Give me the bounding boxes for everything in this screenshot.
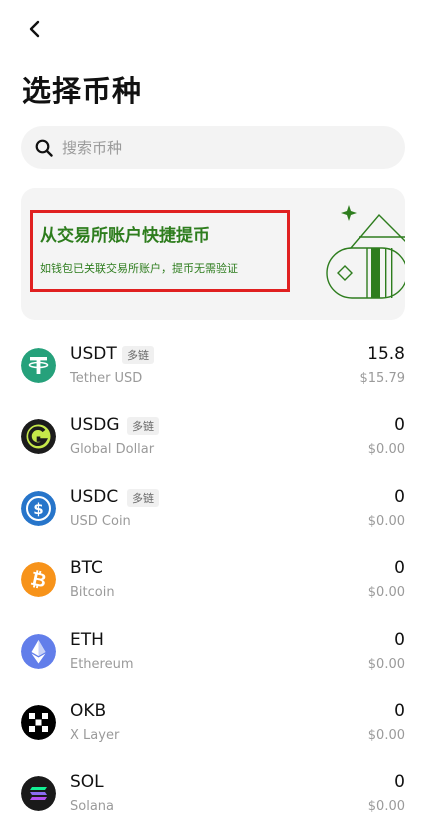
chevron-left-icon bbox=[29, 20, 40, 38]
coin-amount: 0 bbox=[394, 629, 405, 650]
coin-row-sol[interactable]: SOL Solana 0 $0.00 bbox=[0, 762, 429, 823]
bitcoin-icon: ₿ bbox=[21, 562, 56, 598]
coin-symbol: BTC bbox=[70, 558, 103, 579]
usd-coin-icon: $ bbox=[21, 490, 56, 526]
coin-name: Solana bbox=[70, 799, 114, 815]
coin-amount: 0 bbox=[394, 415, 405, 436]
coin-row-usdc[interactable]: $ USDC 多链 USD Coin 0 $0.00 bbox=[0, 477, 429, 548]
coin-symbol: USDC bbox=[70, 486, 119, 507]
search-bar[interactable] bbox=[21, 126, 405, 169]
coin-usd-value: $0.00 bbox=[367, 442, 405, 458]
ethereum-icon bbox=[21, 633, 56, 669]
banner-title: 从交易所账户快捷提币 bbox=[40, 226, 210, 246]
search-input[interactable] bbox=[62, 138, 362, 157]
tether-icon bbox=[21, 348, 56, 383]
coin-usd-value: $0.00 bbox=[367, 799, 405, 815]
page-title: 选择币种 bbox=[22, 74, 143, 108]
exchange-withdraw-banner[interactable]: 从交易所账户快捷提币 如钱包已关联交易所账户，提币无需验证 bbox=[21, 188, 405, 320]
coin-amount: 0 bbox=[394, 772, 405, 793]
exchange-building-illustration bbox=[326, 205, 405, 299]
multichain-badge: 多链 bbox=[127, 417, 159, 436]
coin-name: Bitcoin bbox=[70, 585, 115, 601]
banner-highlight-box: 从交易所账户快捷提币 如钱包已关联交易所账户，提币无需验证 bbox=[30, 210, 290, 292]
coin-name: X Layer bbox=[70, 727, 120, 743]
coin-usd-value: $0.00 bbox=[367, 585, 405, 601]
coin-symbol: ETH bbox=[70, 629, 104, 650]
multichain-badge: 多链 bbox=[122, 346, 154, 364]
coin-amount: 0 bbox=[394, 486, 405, 507]
coin-symbol: SOL bbox=[70, 772, 104, 793]
coin-list: USDT 多链 Tether USD 15.8 $15.79 USDG 多链 G… bbox=[0, 334, 429, 823]
coin-symbol: USDG bbox=[70, 415, 120, 436]
coin-name: Ethereum bbox=[70, 656, 134, 672]
back-button[interactable] bbox=[20, 14, 50, 44]
banner-subtitle: 如钱包已关联交易所账户，提币无需验证 bbox=[40, 262, 238, 275]
coin-symbol: OKB bbox=[70, 700, 107, 721]
coin-row-eth[interactable]: ETH Ethereum 0 $0.00 bbox=[0, 620, 429, 691]
coin-row-okb[interactable]: OKB X Layer 0 $0.00 bbox=[0, 691, 429, 762]
okb-icon bbox=[21, 704, 56, 740]
search-icon bbox=[35, 139, 53, 157]
solana-icon bbox=[21, 776, 56, 812]
coin-name: USD Coin bbox=[70, 513, 131, 529]
coin-row-btc[interactable]: ₿ BTC Bitcoin 0 $0.00 bbox=[0, 548, 429, 619]
coin-usd-value: $0.00 bbox=[367, 727, 405, 743]
coin-row-usdt[interactable]: USDT 多链 Tether USD 15.8 $15.79 bbox=[0, 334, 429, 405]
coin-amount: 0 bbox=[394, 558, 405, 579]
coin-name: Global Dollar bbox=[70, 442, 155, 458]
coin-amount: 15.8 bbox=[367, 344, 405, 364]
global-dollar-icon bbox=[21, 419, 56, 455]
coin-name: Tether USD bbox=[70, 371, 143, 386]
coin-amount: 0 bbox=[394, 700, 405, 721]
coin-usd-value: $0.00 bbox=[367, 513, 405, 529]
coin-usd-value: $15.79 bbox=[359, 371, 406, 386]
coin-row-usdg[interactable]: USDG 多链 Global Dollar 0 $0.00 bbox=[0, 405, 429, 476]
coin-symbol: USDT bbox=[70, 344, 117, 364]
coin-usd-value: $0.00 bbox=[367, 656, 405, 672]
multichain-badge: 多链 bbox=[127, 488, 159, 507]
svg-text:$: $ bbox=[33, 500, 43, 518]
